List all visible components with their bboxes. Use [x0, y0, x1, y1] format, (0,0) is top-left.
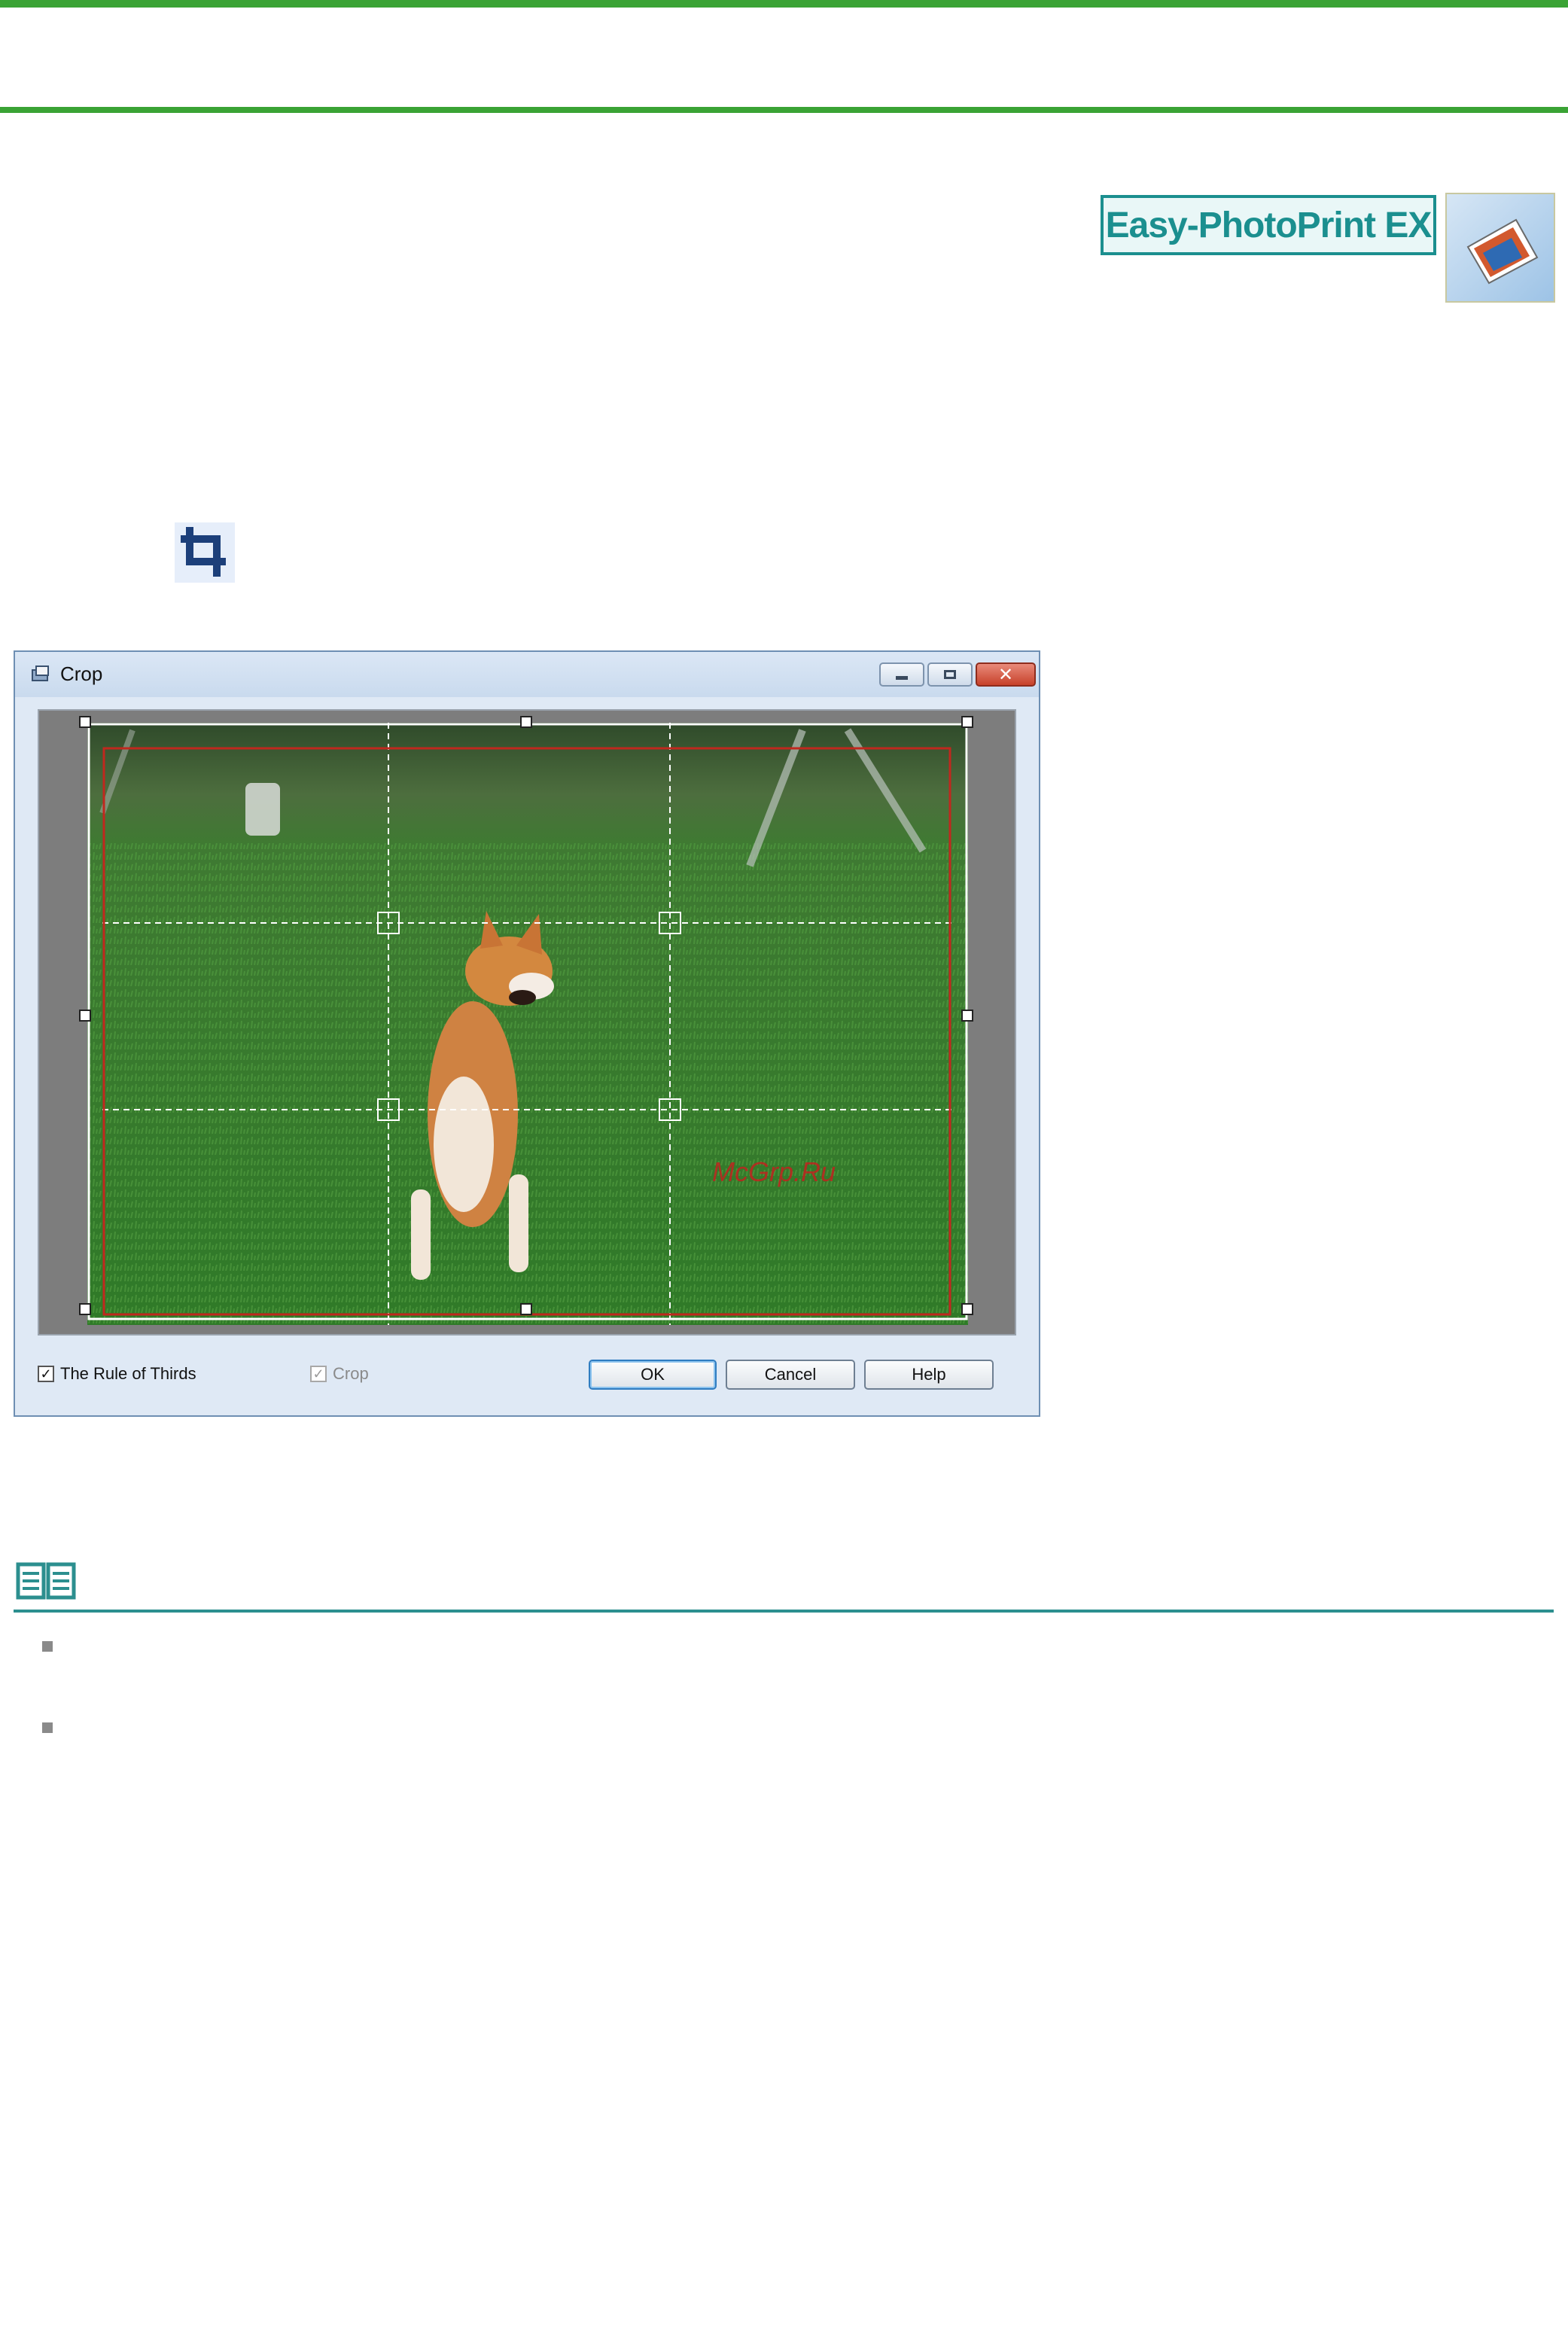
- product-logo-text: Easy-PhotoPrint EX: [1105, 205, 1433, 245]
- note-divider: [14, 1610, 1554, 1613]
- checkbox-checked-icon: ✓: [38, 1366, 54, 1382]
- note-book-icon: [14, 1560, 78, 1602]
- watermark-text: McGrp.Ru: [712, 1156, 836, 1187]
- crop-icon: [175, 522, 235, 583]
- maximize-icon: [944, 670, 956, 679]
- header-bottom-rule: [0, 107, 1568, 113]
- crop-dialog: Crop ✕ ✓ The Rule of Thirds ✓ Crop OK Ca…: [14, 650, 1040, 1417]
- window-title: Crop: [60, 662, 103, 685]
- close-icon: ✕: [997, 664, 1014, 685]
- title-bar: Crop ✕: [15, 652, 1039, 697]
- bullet-marker: [42, 1641, 53, 1652]
- minimize-icon: [896, 675, 908, 680]
- cancel-button[interactable]: Cancel: [726, 1360, 855, 1390]
- crop-checkbox-label: Crop: [333, 1364, 369, 1383]
- help-button[interactable]: Help: [864, 1360, 994, 1390]
- minimize-button[interactable]: [879, 662, 924, 687]
- crop-canvas[interactable]: [38, 709, 1016, 1336]
- photo-print-thumbnail-icon: [1445, 193, 1555, 303]
- maximize-button[interactable]: [927, 662, 973, 687]
- bullet-marker: [42, 1722, 53, 1733]
- product-logo: Easy-PhotoPrint EX: [1101, 195, 1436, 255]
- checkbox-checked-icon: ✓: [310, 1366, 327, 1382]
- crop-checkbox: ✓ Crop: [310, 1364, 369, 1384]
- close-button[interactable]: ✕: [976, 662, 1036, 687]
- rule-of-thirds-checkbox[interactable]: ✓ The Rule of Thirds: [38, 1364, 196, 1384]
- header-top-rule: [0, 0, 1568, 8]
- ok-button[interactable]: OK: [589, 1360, 717, 1390]
- rule-of-thirds-label: The Rule of Thirds: [60, 1364, 196, 1383]
- crop-handles[interactable]: [38, 709, 1016, 1336]
- app-icon: [30, 664, 51, 685]
